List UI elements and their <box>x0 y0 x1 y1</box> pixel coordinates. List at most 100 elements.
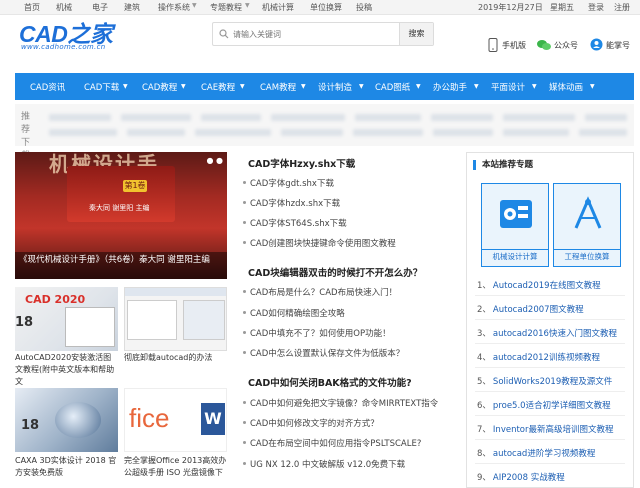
topic-tile-mech-calc[interactable]: 机械设计计算 <box>481 183 549 267</box>
news-link[interactable]: CAD如何精确绘图全攻略 <box>250 307 345 319</box>
blurred-link[interactable] <box>281 129 343 136</box>
news-link[interactable]: CAD中怎么设置默认保存文件为低版本？ <box>250 347 404 359</box>
blurred-link[interactable] <box>503 114 575 121</box>
nav-item-cad-tutorial[interactable]: CAD教程 <box>142 81 177 93</box>
unit-conversion-icon <box>568 194 608 234</box>
topic-link[interactable]: 6、proe5.0适合初学详细图文教程 <box>477 399 611 411</box>
top-link-os[interactable]: 操作系统 <box>158 2 190 13</box>
main-nav: CAD资讯 CAD下载 ▼ CAD教程 ▼ CAE教程 ▼ CAM教程 ▼ 设计… <box>15 73 634 100</box>
chevron-down-icon: ▼ <box>301 83 306 90</box>
nav-item-cad-drawings[interactable]: CAD图纸 <box>375 81 410 93</box>
mobile-phone-icon <box>488 38 498 52</box>
nav-item-office[interactable]: 办公助手 <box>433 81 467 93</box>
chevron-down-icon: ▼ <box>474 83 479 90</box>
news-link[interactable]: UG NX 12.0 中文破解版 v12.0免费下载 <box>250 458 405 470</box>
panel-title: 本站推荐专题 <box>473 160 533 170</box>
machinery-icon <box>496 194 536 234</box>
headline-2[interactable]: CAD块编辑器双击的时候打不开怎么办？ <box>248 265 422 279</box>
news-link[interactable]: CAD布局是什么？CAD布局快速入门！ <box>250 286 397 298</box>
blurred-link[interactable] <box>49 129 117 136</box>
mobile-version-link[interactable]: 手机版 <box>502 40 526 51</box>
nav-item-cad-download[interactable]: CAD下载 <box>84 81 119 93</box>
search-box: 搜索 <box>212 22 434 46</box>
date-text: 2019年12月27日 <box>478 2 543 13</box>
blurred-link[interactable] <box>201 114 261 121</box>
nav-item-cam-tutorial[interactable]: CAM教程 <box>260 81 296 93</box>
blurred-link[interactable] <box>433 129 493 136</box>
headline-3[interactable]: CAD中如何关闭BAK格式的文件功能? <box>248 375 412 389</box>
chevron-down-icon: ▼ <box>240 83 245 90</box>
chevron-down-icon: ▼ <box>359 83 364 90</box>
thumb-caption-caxa[interactable]: CAXA 3D实体设计 2018 官方安装免费版 <box>15 455 119 479</box>
banner-volume-badge: 第1卷 <box>123 180 147 192</box>
blurred-link[interactable] <box>195 129 271 136</box>
topic-link[interactable]: 9、AIP2008 实战教程 <box>477 471 565 483</box>
nav-item-cae-tutorial[interactable]: CAE教程 <box>201 81 235 93</box>
top-link-home[interactable]: 首页 <box>24 2 40 13</box>
nav-item-graphic-design[interactable]: 平面设计 <box>491 81 525 93</box>
nav-item-media[interactable]: 媒体动画 <box>549 81 583 93</box>
top-link-calc[interactable]: 机械计算 <box>262 2 294 13</box>
news-link[interactable]: CAD字体ST64S.shx下载 <box>250 217 347 229</box>
wechat-link[interactable]: 公众号 <box>554 40 578 51</box>
blurred-link[interactable] <box>353 129 423 136</box>
nav-item-design[interactable]: 设计制造 <box>318 81 352 93</box>
thumb-caption-office2013[interactable]: 完全掌握Office 2013高效办公超级手册 ISO 光盘镜像下 <box>124 455 228 479</box>
wechat-icon <box>537 39 551 51</box>
top-link-topics[interactable]: 专题教程 <box>210 2 242 13</box>
chevron-down-icon: ▼ <box>532 83 537 90</box>
slider-dots[interactable]: ● ● <box>206 156 223 165</box>
top-link-units[interactable]: 单位换算 <box>310 2 342 13</box>
blurred-link[interactable] <box>355 114 421 121</box>
headline-1[interactable]: CAD字体Hzxy.shx下载 <box>248 156 355 170</box>
thumb-image-office2013[interactable]: fice W <box>124 388 227 452</box>
topic-link[interactable]: 2、Autocad2007图文教程 <box>477 303 584 315</box>
featured-banner[interactable]: 机械设计手 第1卷 秦大同 谢里阳 主编 ● ● 《现代机械设计手册》（共6卷）… <box>15 152 227 279</box>
top-link-submit[interactable]: 投稿 <box>356 2 372 13</box>
register-link[interactable]: 注册 <box>614 2 630 13</box>
topic-link[interactable]: 8、autocad进阶学习视频教程 <box>477 447 595 459</box>
search-button[interactable]: 搜索 <box>399 23 433 45</box>
chevron-down-icon: ▼ <box>590 83 595 90</box>
user-icon <box>590 38 603 51</box>
banner-caption[interactable]: 《现代机械设计手册》（共6卷）秦大同 谢里阳主编 <box>15 252 227 279</box>
book-cover-image <box>67 166 175 222</box>
thumb-image-autocad2020[interactable]: CAD 2020 18 <box>15 287 118 351</box>
topic-link[interactable]: 3、autocad2016快速入门图文教程 <box>477 327 617 339</box>
thumb-caption-autocad2020[interactable]: AutoCAD2020安装激活图文教程(附中英文版本和帮助文 <box>15 352 119 388</box>
topic-link[interactable]: 5、SolidWorks2019教程及源文件 <box>477 375 612 387</box>
login-link[interactable]: 登录 <box>588 2 604 13</box>
top-link-machinery[interactable]: 机械 <box>56 2 72 13</box>
topic-link[interactable]: 7、Inventor最新高级培训图文教程 <box>477 423 614 435</box>
news-link[interactable]: CAD字体hzdx.shx下载 <box>250 197 340 209</box>
thumb-image-uninstall[interactable] <box>124 287 227 351</box>
search-input[interactable] <box>233 26 398 42</box>
topic-tile-label: 工程单位换算 <box>554 249 620 262</box>
blurred-link[interactable] <box>49 114 111 121</box>
blurred-link[interactable] <box>127 129 185 136</box>
topic-tile-label: 机械设计计算 <box>482 249 548 262</box>
blurred-link[interactable] <box>503 129 569 136</box>
top-link-electronics[interactable]: 电子 <box>92 2 108 13</box>
topic-link[interactable]: 4、autocad2012训练视频教程 <box>477 351 600 363</box>
blurred-link[interactable] <box>579 129 627 136</box>
topic-link[interactable]: 1、Autocad2019在线图文教程 <box>477 279 601 291</box>
blurred-link[interactable] <box>431 114 493 121</box>
news-link[interactable]: CAD中填充不了？如何使用OP功能！ <box>250 327 391 339</box>
news-link[interactable]: CAD中如何修改文字的对齐方式？ <box>250 417 379 429</box>
chevron-down-icon: ▼ <box>416 83 421 90</box>
blurred-link[interactable] <box>121 114 191 121</box>
news-link[interactable]: CAD在布局空间中如何应用指令PSLTSCALE? <box>250 437 421 449</box>
blurred-link[interactable] <box>585 114 627 121</box>
thumb-image-caxa[interactable]: 18 <box>15 388 118 452</box>
news-link[interactable]: CAD中如何避免把文字镜像？命令MIRRTEXT指令 <box>250 397 438 409</box>
nav-item-cad-news[interactable]: CAD资讯 <box>30 81 65 93</box>
weekday-text: 星期五 <box>550 2 574 13</box>
thumb-caption-uninstall[interactable]: 彻底卸载autocad的办法 <box>124 352 228 364</box>
news-link[interactable]: CAD创建图块快捷键命令使用图文教程 <box>250 237 396 249</box>
blurred-link[interactable] <box>271 114 345 121</box>
top-link-building[interactable]: 建筑 <box>124 2 140 13</box>
news-link[interactable]: CAD字体gdt.shx下载 <box>250 177 334 189</box>
topic-tile-unit-convert[interactable]: 工程单位换算 <box>553 183 621 267</box>
helper-link[interactable]: 能掌号 <box>606 40 630 51</box>
